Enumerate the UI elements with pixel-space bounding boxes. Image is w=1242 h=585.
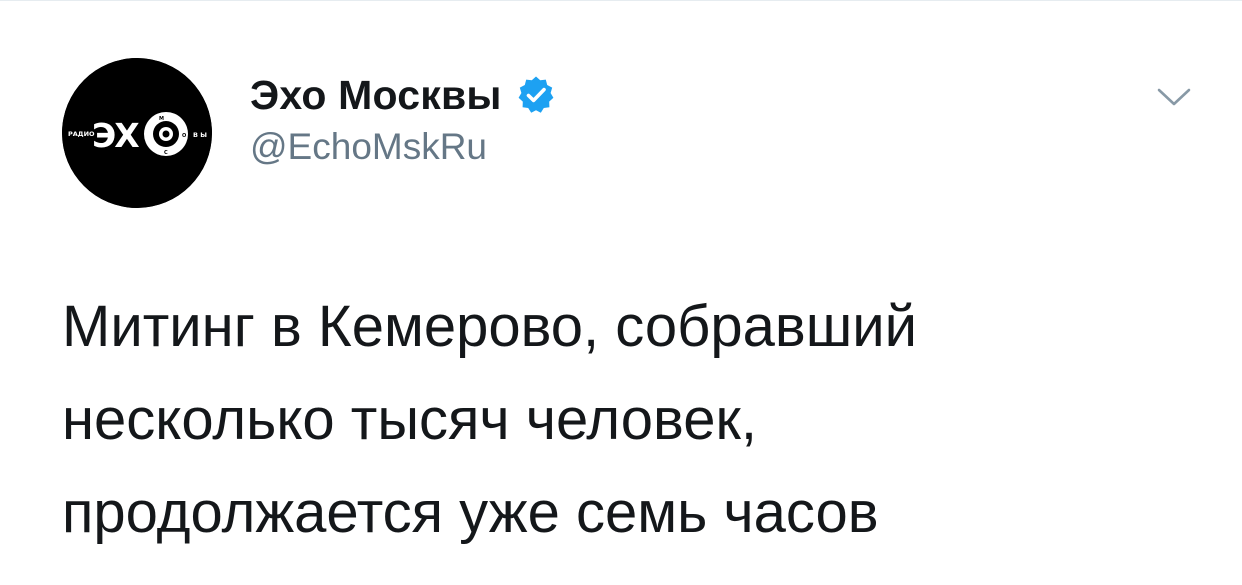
tweet-header: РАДИО ЭХ М О С В Ы Эхо Москвы @EchoMskRu [62,58,1192,208]
tweet-text: Митинг в Кемерово, собравший несколько т… [62,280,1182,559]
logo-right-text: В Ы [193,131,207,139]
logo-main-text: ЭХ [92,116,139,155]
avatar[interactable]: РАДИО ЭХ М О С В Ы [62,58,212,208]
tweet-text-line: Митинг в Кемерово, собравший [62,294,918,359]
logo-radio-text: РАДИО [68,130,95,138]
chevron-down-icon[interactable] [1156,86,1192,108]
author-block: Эхо Москвы @EchoMskRu [250,70,556,168]
display-name[interactable]: Эхо Москвы [250,72,502,119]
svg-text:М: М [159,116,164,122]
verified-badge-icon [516,75,556,115]
svg-text:О: О [182,133,186,139]
echo-moskvy-logo: РАДИО ЭХ М О С В Ы [62,58,212,208]
name-row: Эхо Москвы [250,70,556,120]
svg-text:С: С [164,150,168,156]
tweet-text-line: несколько тысяч человек, [62,387,757,452]
handle[interactable]: @EchoMskRu [250,126,556,168]
tweet-text-line: продолжается уже семь часов [62,480,879,545]
top-divider [0,0,1242,1]
